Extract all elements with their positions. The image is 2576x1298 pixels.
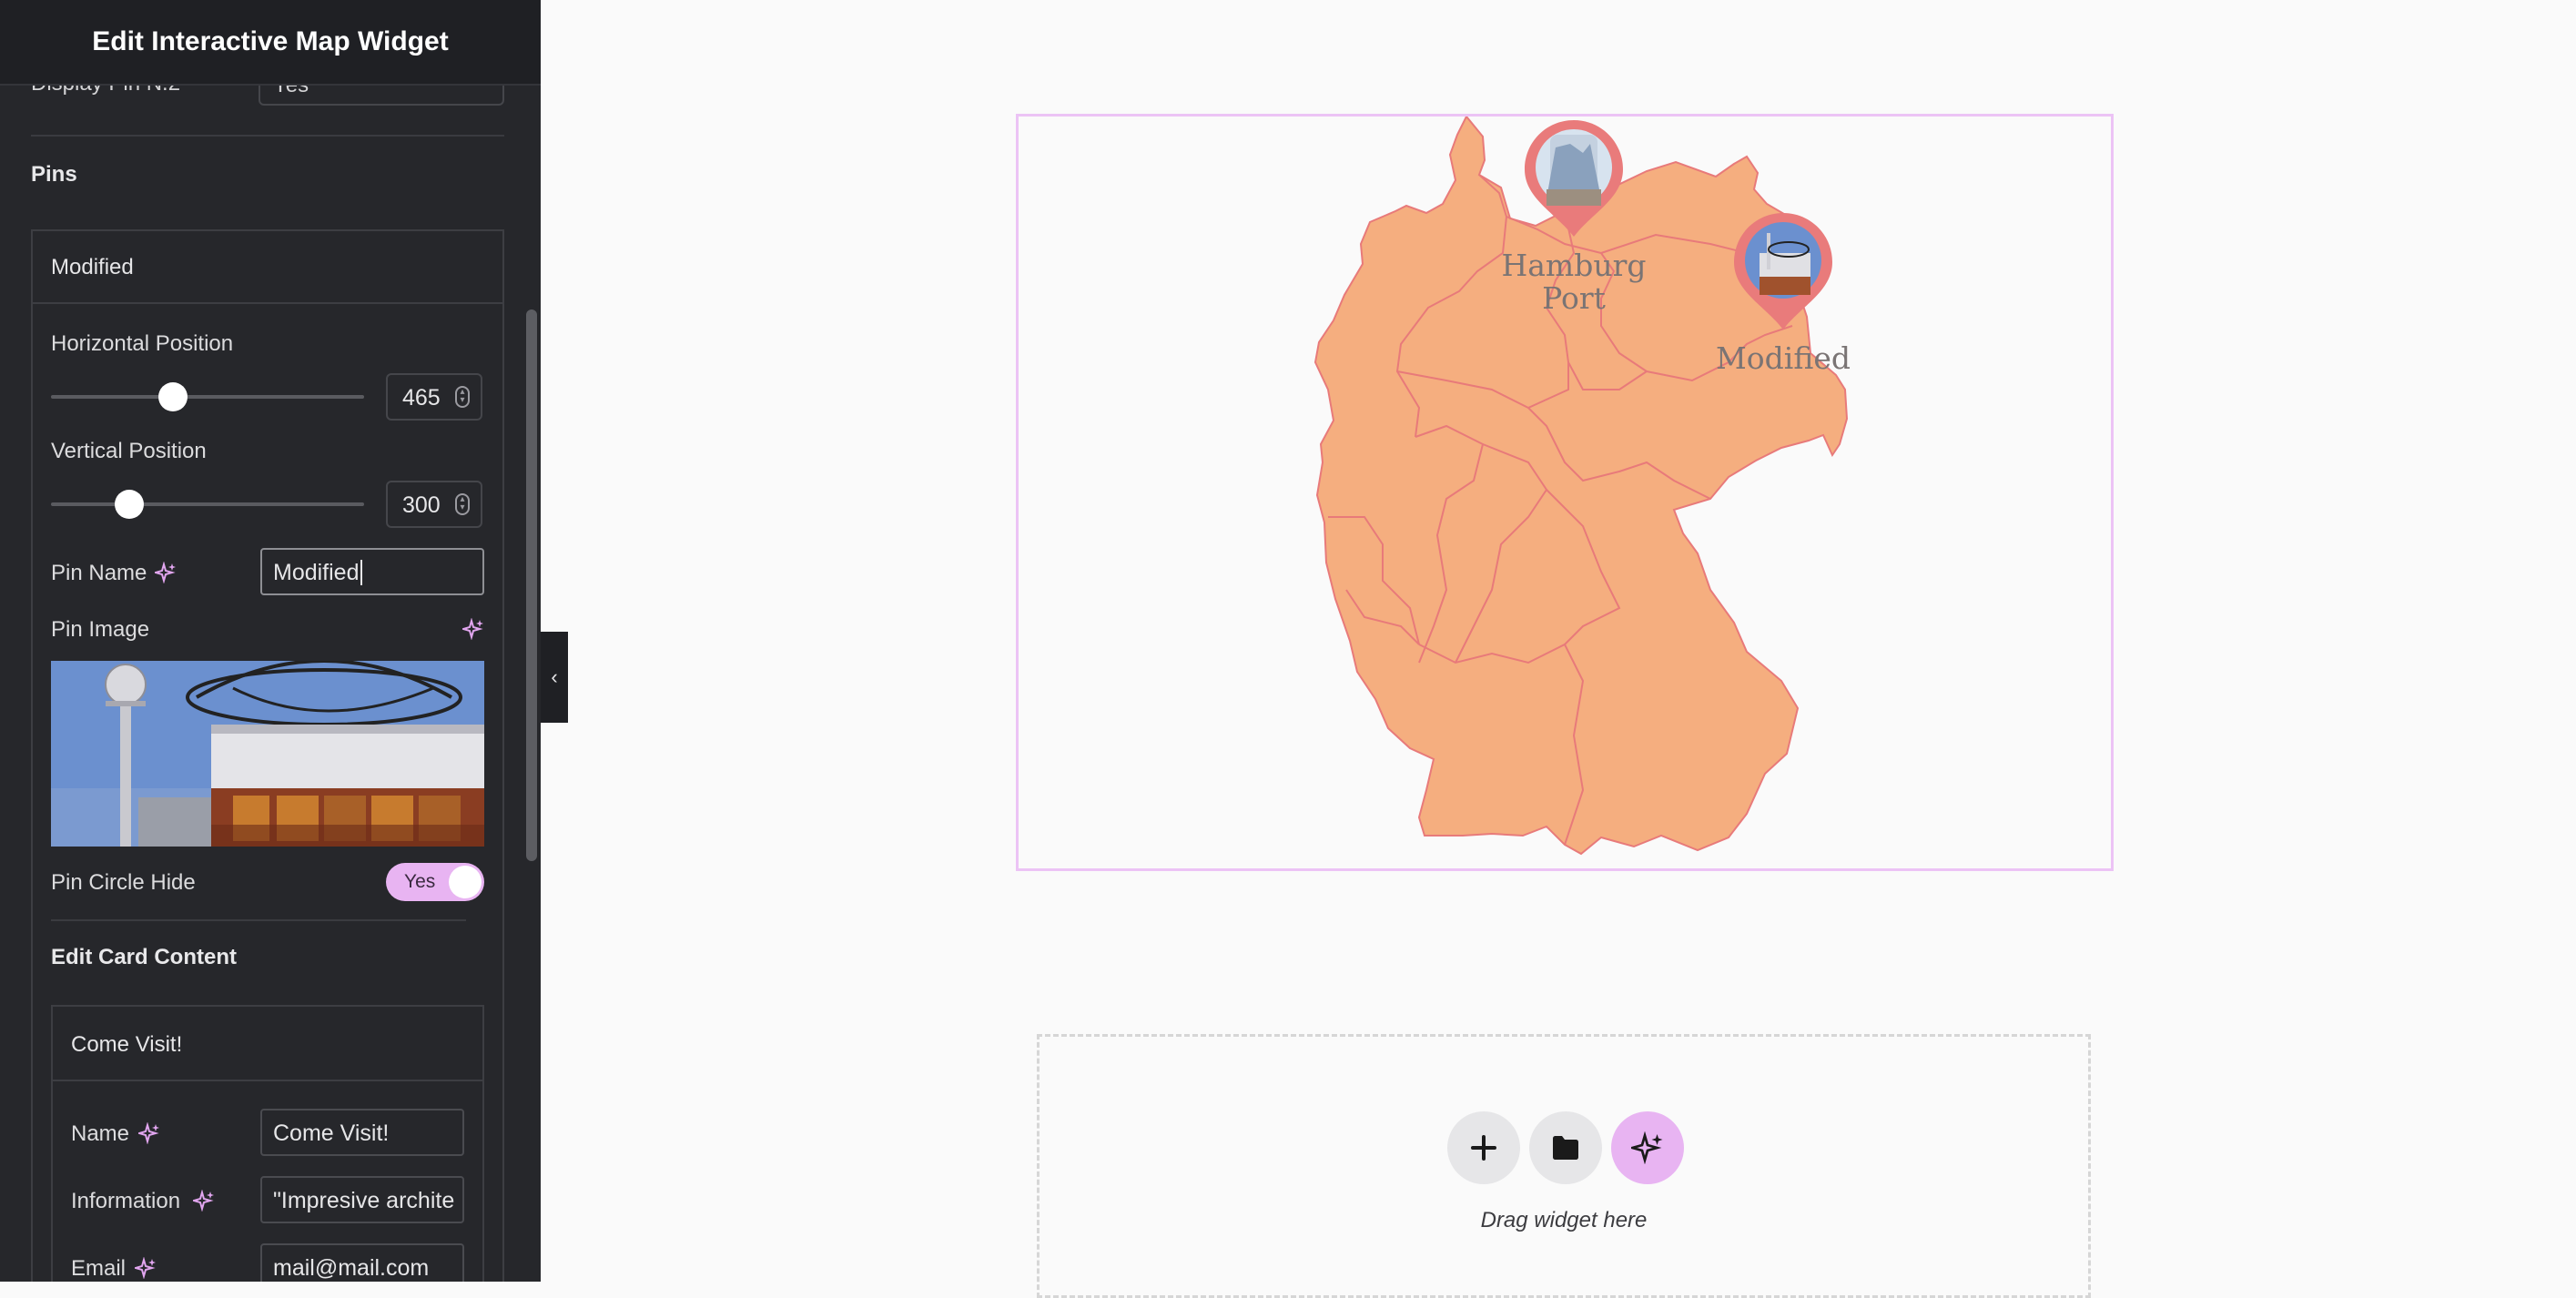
sparkle-icon	[1631, 1131, 1663, 1164]
vertical-position-input[interactable]: 300 ▴ ▾	[386, 481, 482, 528]
pin-item-title: Modified	[51, 255, 134, 279]
divider	[51, 919, 466, 921]
card-email-input[interactable]: mail@mail.com	[260, 1243, 464, 1282]
toggle-knob	[449, 866, 482, 898]
pin-name-label: Pin Name	[51, 561, 147, 585]
card-information-label: Information	[71, 1189, 181, 1213]
interactive-map-widget[interactable]: Hamburg Port Modified	[1016, 114, 2114, 871]
vertical-slider-handle[interactable]	[115, 490, 144, 519]
toggle-state-label: Yes	[404, 871, 436, 892]
pins-section-title: Pins	[31, 162, 77, 187]
vertical-position-label: Vertical Position	[51, 439, 207, 463]
pin-name-value: Modified	[273, 560, 360, 585]
card-information-input[interactable]: "Impresive archite	[260, 1176, 464, 1223]
pin-circle-hide-toggle[interactable]: Yes	[386, 863, 484, 901]
card-name-value: Come Visit!	[273, 1121, 390, 1146]
sidebar-scrollbar-thumb[interactable]	[526, 309, 537, 861]
add-icon	[1471, 1135, 1496, 1161]
collapse-panel-button[interactable]: ‹	[541, 632, 568, 723]
ai-sparkle-icon[interactable]	[193, 1190, 215, 1212]
ai-generate-button[interactable]	[1611, 1111, 1684, 1184]
pin-image-label: Pin Image	[51, 617, 150, 642]
card-email-label: Email	[71, 1256, 127, 1281]
card-name-input[interactable]: Come Visit!	[260, 1109, 464, 1156]
horizontal-position-label: Horizontal Position	[51, 331, 234, 356]
template-library-button[interactable]	[1529, 1111, 1602, 1184]
pin-circle-hide-label: Pin Circle Hide	[51, 870, 196, 895]
text-cursor	[360, 560, 362, 585]
stepper-icon[interactable]: ▴ ▾	[455, 493, 470, 515]
horizontal-slider-handle[interactable]	[158, 382, 188, 411]
world-clock-photo	[51, 661, 484, 847]
ai-sparkle-icon[interactable]	[155, 562, 177, 583]
germany-map	[1313, 117, 1849, 856]
edit-card-content-title: Edit Card Content	[51, 945, 237, 969]
chevron-left-icon: ‹	[551, 665, 558, 688]
stepper-icon[interactable]: ▴ ▾	[455, 386, 470, 408]
pin-name-input[interactable]: Modified	[260, 548, 484, 595]
card-email-value: mail@mail.com	[273, 1255, 430, 1281]
add-widget-button[interactable]	[1447, 1111, 1520, 1184]
ai-sparkle-icon[interactable]	[462, 618, 484, 640]
ai-sparkle-icon[interactable]	[135, 1257, 157, 1279]
editor-sidebar: Display Pin N.2 Yes ⌄ Edit Interactive M…	[0, 0, 541, 1282]
drop-zone-hint: Drag widget here	[1480, 1208, 1648, 1232]
widget-drop-zone[interactable]: Drag widget here	[1037, 1034, 2091, 1298]
divider	[31, 135, 504, 137]
pin-label-modified: Modified	[1715, 340, 1851, 376]
card-name-label: Name	[71, 1121, 130, 1146]
ai-sparkle-icon[interactable]	[138, 1122, 160, 1144]
horizontal-position-slider[interactable]	[51, 395, 364, 399]
panel-title: Edit Interactive Map Widget	[0, 0, 541, 86]
pin-label-hamburg: Hamburg Port	[1501, 248, 1647, 316]
card-information-value: "Impresive archite	[273, 1188, 455, 1213]
folder-icon	[1553, 1136, 1578, 1160]
pin-image-preview[interactable]	[51, 661, 484, 847]
vertical-position-slider[interactable]	[51, 502, 364, 506]
horizontal-position-input[interactable]: 465 ▴ ▾	[386, 373, 482, 421]
pin-item-header[interactable]: Modified	[33, 231, 502, 304]
card-item-header[interactable]: Come Visit!	[53, 1007, 482, 1081]
horizontal-position-value: 465	[402, 385, 441, 411]
card-item-title: Come Visit!	[71, 1032, 183, 1057]
vertical-position-value: 300	[402, 492, 441, 518]
